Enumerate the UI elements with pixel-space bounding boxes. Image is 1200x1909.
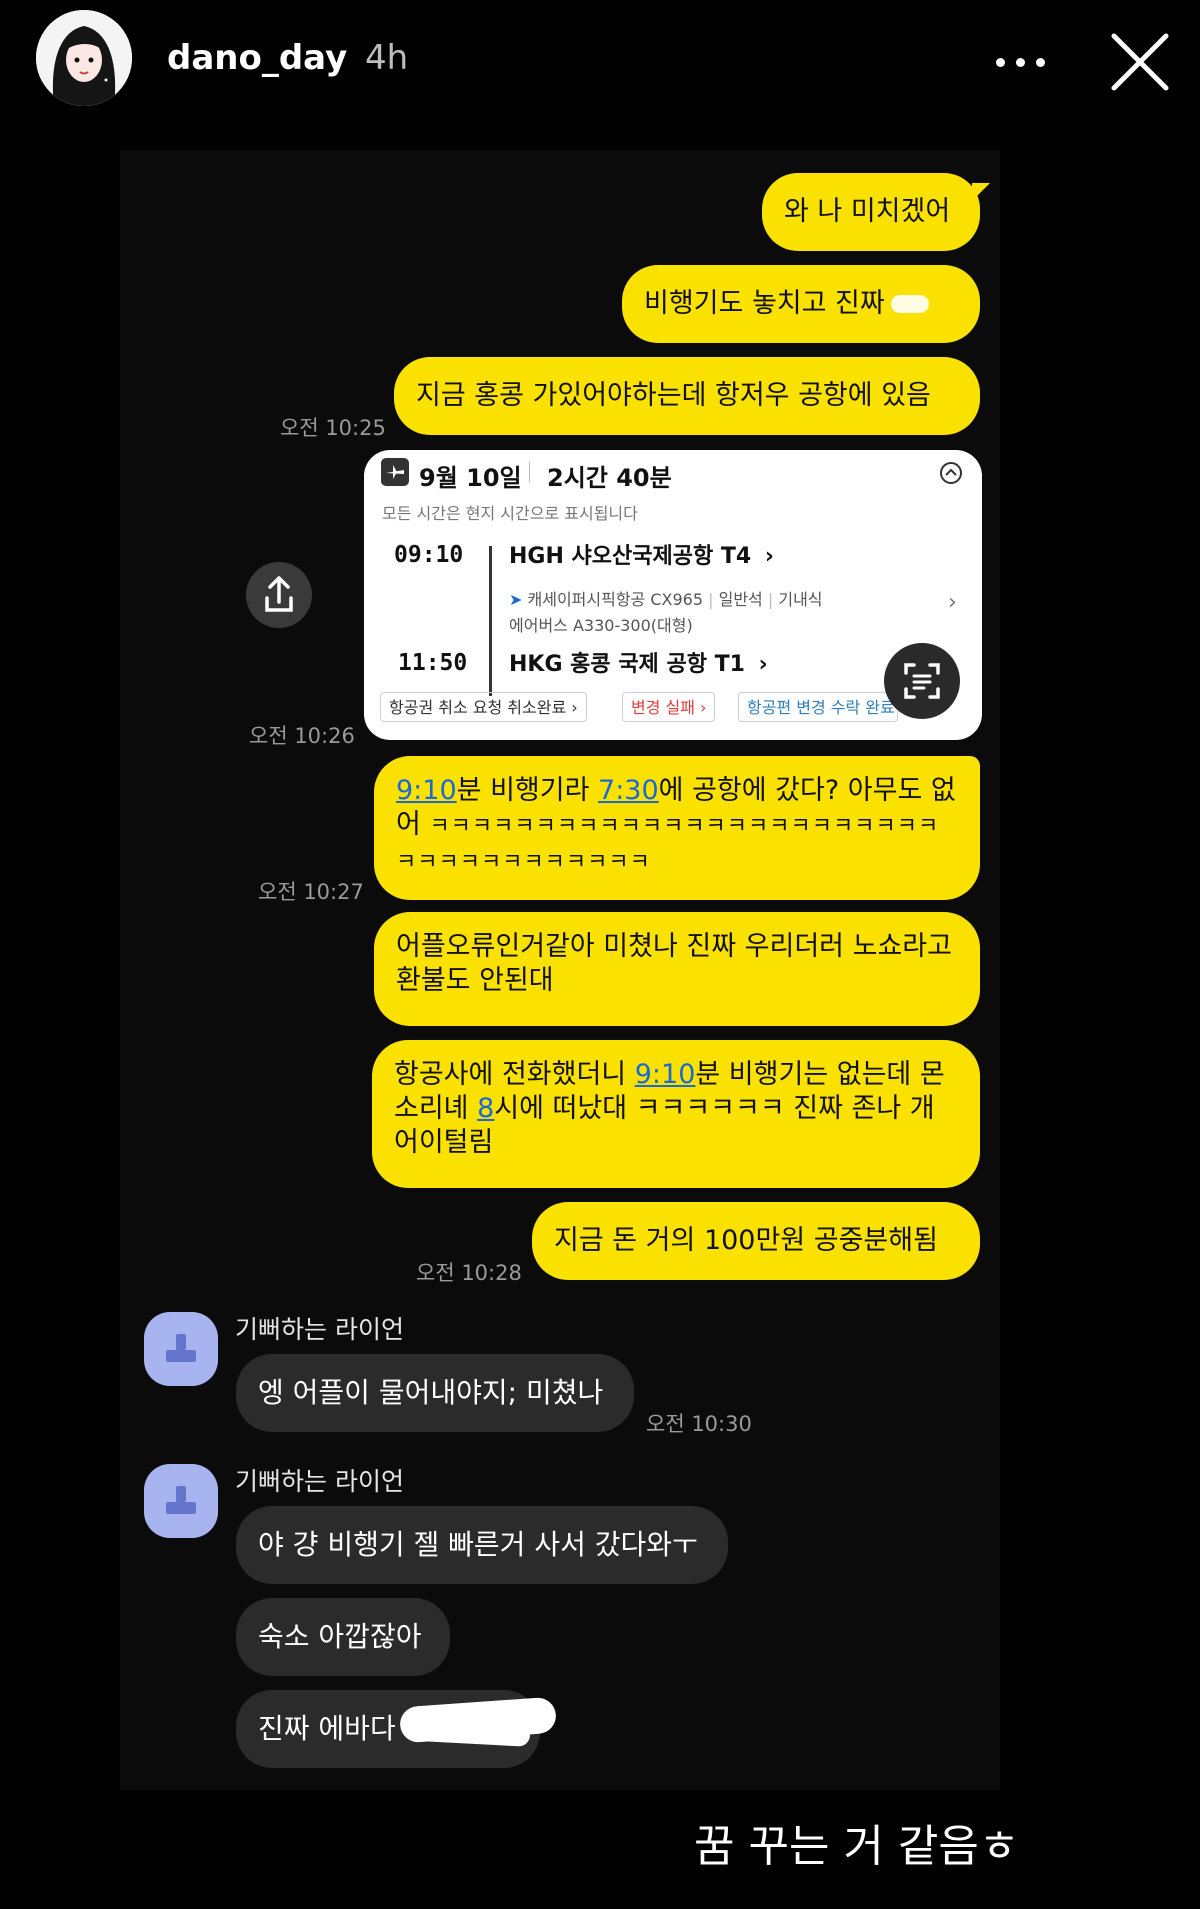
friend-avatar-icon — [176, 1486, 186, 1502]
meal-info: 기내식 — [778, 590, 823, 609]
chevron-right-icon[interactable]: › — [948, 590, 957, 615]
timestamp: 오전 10:25 — [280, 416, 386, 440]
aircraft-type: 에어버스 A330-300(대형) — [509, 616, 693, 635]
flight-duration: 2시간 40분 — [547, 464, 672, 492]
my-message: 지금 홍콩 가있어야하는데 항저우 공항에 있음 — [394, 357, 980, 435]
scan-text-icon — [904, 663, 940, 699]
friend-name: 기뻐하는 라이언 — [235, 1467, 404, 1496]
my-message: 와 나 미치겠어 — [762, 173, 990, 251]
flight-date: 9월 10일 — [419, 464, 522, 492]
redacted-scribble — [890, 293, 931, 315]
separator: | — [767, 590, 779, 609]
message-text: 지금 돈 거의 100만원 공중분해됨 — [554, 1225, 938, 1256]
departure-airport-label: HGH 샤오산국제공항 T4 — [509, 544, 752, 569]
text-span: 항공사에 전화했더니 — [394, 1059, 635, 1090]
friend-avatar-icon-base — [166, 1350, 196, 1362]
close-button[interactable] — [1108, 30, 1172, 94]
timestamp: 오전 10:26 — [249, 724, 355, 748]
timestamp: 오전 10:28 — [416, 1261, 522, 1285]
time-note: 모든 시간은 현지 시간으로 표시됩니다 — [382, 504, 638, 523]
departure-airport: HGH 샤오산국제공항 T4 › — [509, 538, 774, 570]
message-text: 항공사에 전화했더니 9:10분 비행기는 없는데 몬소리녜 8시에 떠났대 ㅋ… — [394, 1058, 958, 1160]
friend-avatar[interactable] — [144, 1312, 218, 1386]
chevron-right-icon: › — [764, 544, 774, 569]
timestamp: 오전 10:30 — [646, 1412, 752, 1436]
time-link[interactable]: 9:10 — [635, 1059, 696, 1090]
tag-cancel-request[interactable]: 항공권 취소 요청 취소완료 › — [380, 692, 587, 722]
time-link[interactable]: 8 — [477, 1093, 494, 1124]
my-message: 항공사에 전화했더니 9:10분 비행기는 없는데 몬소리녜 8시에 떠났대 ㅋ… — [372, 1040, 980, 1188]
message-text: 와 나 미치겠어 — [784, 196, 951, 227]
more-options-button[interactable] — [990, 44, 1050, 80]
post-time: 4h — [365, 38, 409, 78]
airline-name: 캐세이퍼시픽항공 CX965 — [527, 590, 704, 609]
arrival-time: 11:50 — [398, 650, 468, 676]
tag-label: 변경 실패 — [631, 698, 695, 717]
laugh-text: ㅋㅋㅋㅋㅋㅋㅋㅋㅋㅋㅋㅋㅋㅋㅋㅋㅋㅋㅋㅋㅋㅋㅋㅋㅋㅋㅋㅋㅋㅋㅋㅋㅋㅋㅋㅋ — [396, 814, 940, 875]
friend-message: 숙소 아깝잖아 — [236, 1598, 450, 1676]
friend-avatar[interactable] — [144, 1464, 218, 1538]
username[interactable]: dano_day — [167, 38, 347, 78]
tag-change-accepted[interactable]: 항공편 변경 수락 완료 — [738, 692, 898, 722]
text-span: 분 비행기라 — [456, 775, 599, 806]
share-button[interactable] — [246, 562, 312, 628]
friend-message: 엥 어플이 물어내야지; 미쳤나 — [236, 1354, 634, 1432]
dot-icon — [1016, 58, 1025, 67]
timestamp: 오전 10:27 — [258, 880, 364, 904]
bubble-tail — [972, 183, 990, 201]
arrival-airport: HKG 홍콩 국제 공항 T1 › — [509, 646, 768, 678]
cabin-class: 일반석 — [718, 590, 763, 609]
story-caption: 꿈 꾸는 거 같음ㅎ — [680, 1806, 1040, 1888]
airline-logo-icon: ➤ — [509, 590, 523, 609]
my-message: 지금 돈 거의 100만원 공중분해됨 — [532, 1202, 980, 1280]
share-icon — [265, 576, 293, 612]
friend-avatar-icon-base — [166, 1502, 196, 1514]
story-header: dano_day 4h — [0, 0, 1200, 130]
dot-icon — [996, 58, 1005, 67]
message-text: 엥 어플이 물어내야지; 미쳤나 — [258, 1376, 604, 1409]
message-text: 야 걍 비행기 젤 빠른거 사서 갔다와ㅜ — [258, 1528, 698, 1561]
my-message: 비행기도 놓치고 진짜 — [622, 265, 980, 343]
my-message: 어플오류인거같아 미쳤나 진짜 우리더러 노쇼라고 환불도 안된대 — [374, 912, 980, 1026]
airplane-icon — [381, 458, 409, 486]
friend-name: 기뻐하는 라이언 — [235, 1315, 404, 1344]
message-text: 진짜 에바다 — [258, 1712, 396, 1745]
message-text: 9:10분 비행기라 7:30에 공항에 갔다? 아무도 없어 ㅋㅋㅋㅋㅋㅋㅋㅋ… — [396, 774, 958, 880]
separator: | — [708, 590, 719, 609]
close-icon — [1111, 33, 1169, 91]
route-line — [489, 546, 492, 696]
avatar-illustration — [36, 10, 132, 106]
scan-button[interactable] — [884, 643, 960, 719]
collapse-icon[interactable] — [938, 460, 964, 486]
message-text: 어플오류인거같아 미쳤나 진짜 우리더러 노쇼라고 환불도 안된대 — [396, 931, 952, 996]
avatar[interactable] — [36, 10, 132, 106]
time-link[interactable]: 9:10 — [396, 775, 457, 806]
dot-icon — [1036, 58, 1045, 67]
my-message: 9:10분 비행기라 7:30에 공항에 갔다? 아무도 없어 ㅋㅋㅋㅋㅋㅋㅋㅋ… — [374, 756, 980, 900]
tag-label: 항공권 취소 요청 취소완료 — [389, 698, 567, 717]
divider — [529, 462, 530, 482]
time-link[interactable]: 7:30 — [598, 775, 659, 806]
friend-message: 야 걍 비행기 젤 빠른거 사서 갔다와ㅜ — [236, 1506, 728, 1584]
friend-avatar-icon — [176, 1334, 186, 1350]
arrival-airport-label: HKG 홍콩 국제 공항 T1 — [509, 652, 745, 677]
message-text: 지금 홍콩 가있어야하는데 항저우 공항에 있음 — [416, 380, 931, 411]
chevron-right-icon: › — [758, 652, 768, 677]
departure-time: 09:10 — [394, 542, 464, 568]
tag-change-failed[interactable]: 변경 실패 › — [622, 692, 716, 722]
flight-details: ➤ 캐세이퍼시픽항공 CX965 | 일반석 | 기내식 — [509, 586, 823, 610]
flight-card[interactable]: 9월 10일 2시간 40분 모든 시간은 현지 시간으로 표시됩니다 09:1… — [364, 450, 982, 740]
message-text: 숙소 아깝잖아 — [258, 1620, 422, 1653]
message-text: 비행기도 놓치고 진짜 — [644, 288, 885, 319]
tag-label: 항공편 변경 수락 완료 — [747, 698, 895, 717]
